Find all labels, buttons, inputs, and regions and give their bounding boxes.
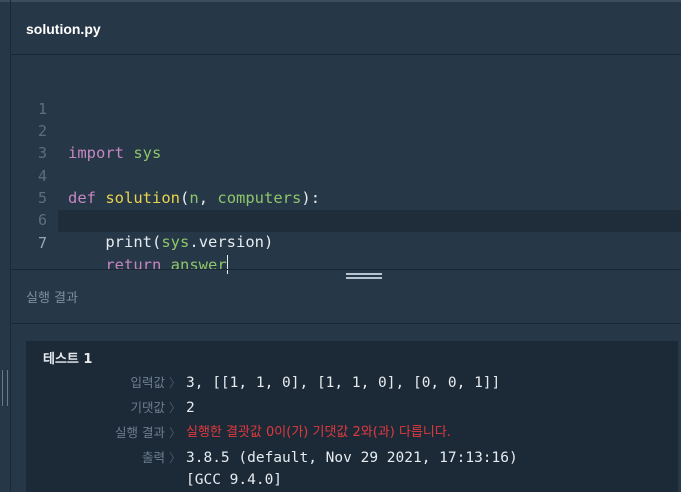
chevron-right-icon: 〉	[169, 401, 182, 415]
input-value: 3, [[1, 1, 0], [1, 1, 0], [0, 0, 1]]	[186, 375, 501, 391]
test-case-card: 테스트 1 입력값 〉 3, [[1, 1, 0], [1, 1, 0], [0…	[26, 341, 678, 492]
file-tab-header: solution.py	[11, 2, 681, 55]
result-panel-header: 실행 결과	[11, 283, 681, 324]
expected-value: 2	[186, 400, 195, 416]
code-line-2[interactable]: 2 import sys	[11, 98, 681, 162]
run-result-row: 실행 결과 〉 실행한 결괏값 0이(가) 기댓값 2와(과) 다릅니다.	[26, 422, 678, 444]
paren-close: )	[264, 233, 274, 251]
line-number: 6	[37, 211, 47, 229]
run-result-message: 실행한 결괏값 0이(가) 기댓값 2와(과) 다릅니다.	[186, 425, 451, 440]
left-panel-resize-handle[interactable]	[2, 370, 8, 406]
ide-window: solution.py 1 2 import sys 3 4 def solut…	[0, 0, 681, 492]
code-line-1[interactable]: 1	[11, 76, 681, 118]
panel-resize-handle[interactable]	[346, 273, 382, 283]
code-line-5[interactable]: 5 answer = 0	[11, 165, 681, 229]
chevron-right-icon: 〉	[169, 376, 182, 390]
dot-operator: .	[189, 233, 199, 251]
text-cursor	[226, 255, 228, 274]
code-line-7-active[interactable]: 7 return answer	[38, 210, 681, 274]
line-number: 7	[37, 234, 47, 252]
input-row: 입력값 〉 3, [[1, 1, 0], [1, 1, 0], [0, 0, 1…	[26, 372, 678, 394]
test-case-title: 테스트 1	[43, 352, 93, 367]
chevron-right-icon: 〉	[169, 426, 182, 440]
attribute-version: version	[198, 233, 265, 251]
keyword-return: return	[105, 256, 162, 274]
paren-open: (	[152, 233, 162, 251]
run-result-label: 실행 결과	[115, 425, 165, 440]
expected-label: 기댓값	[130, 400, 165, 415]
output-row: 출력 〉 3.8.5 (default, Nov 29 2021, 17:13:…	[26, 447, 678, 469]
panel-splitter	[11, 269, 681, 270]
output-label: 출력	[141, 450, 165, 465]
code-text: return answer	[68, 254, 228, 276]
variable-answer: answer	[170, 256, 227, 274]
module-name: sys	[161, 233, 190, 251]
input-label: 입력값	[130, 375, 165, 390]
result-panel[interactable]: 테스트 1 입력값 〉 3, [[1, 1, 0], [1, 1, 0], [0…	[11, 324, 681, 492]
file-name-tab[interactable]: solution.py	[26, 21, 101, 37]
expected-row: 기댓값 〉 2	[26, 397, 678, 419]
code-editor[interactable]: 1 2 import sys 3 4 def solution(n, compu…	[11, 55, 681, 274]
code-line-3[interactable]: 3	[11, 120, 681, 162]
chevron-right-icon: 〉	[169, 451, 182, 465]
output-line-2: [GCC 9.4.0]	[186, 472, 283, 488]
output-row-continued: [GCC 9.4.0]	[26, 469, 678, 491]
code-line-6[interactable]: 6 print(sys.version)	[11, 187, 681, 251]
result-panel-title: 실행 결과	[26, 291, 78, 306]
code-line-4[interactable]: 4 def solution(n, computers):	[11, 143, 681, 207]
output-line-1: 3.8.5 (default, Nov 29 2021, 17:13:16)	[186, 450, 518, 466]
